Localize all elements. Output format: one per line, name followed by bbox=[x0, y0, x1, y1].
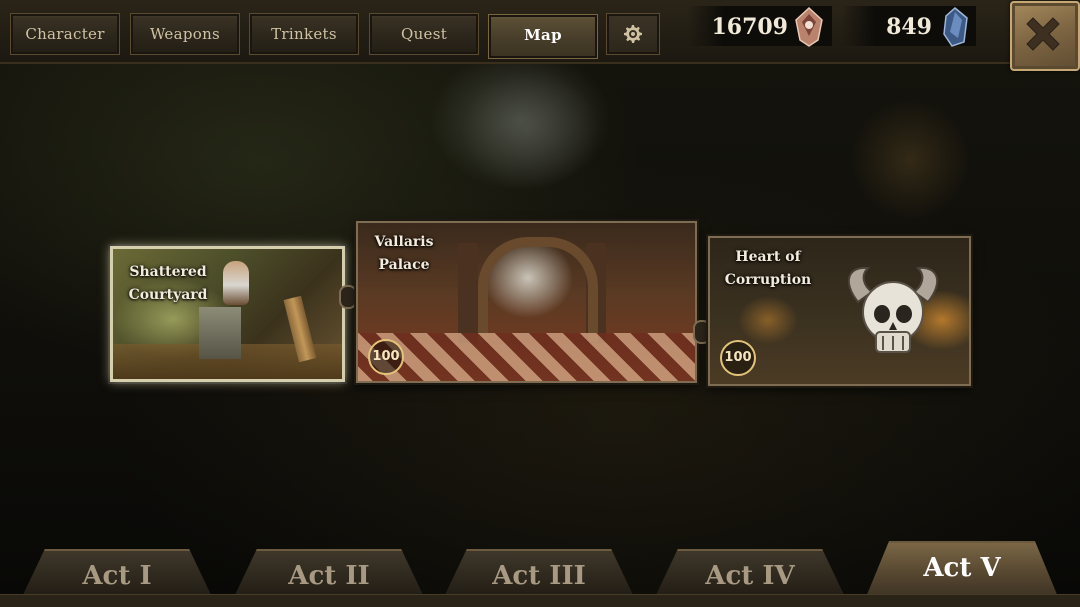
tab-act-2[interactable]: Act II bbox=[234, 549, 424, 597]
level-card-shattered-courtyard[interactable]: Shattered Courtyard bbox=[110, 246, 345, 382]
level-title: Heart of Corruption bbox=[720, 246, 816, 292]
level-title-line: Vallaris bbox=[374, 234, 434, 250]
level-title-line: Corruption bbox=[724, 272, 812, 288]
level-badge: 100 bbox=[368, 339, 404, 375]
card-connector bbox=[339, 285, 357, 309]
bottom-bar bbox=[0, 594, 1080, 607]
level-card-heart-of-corruption[interactable]: Heart of Corruption 100 bbox=[708, 236, 971, 386]
level-title-line: Heart of bbox=[735, 249, 801, 265]
level-title-line: Palace bbox=[378, 257, 430, 273]
card-art bbox=[358, 333, 695, 381]
gold-gem-icon bbox=[795, 6, 823, 47]
close-button[interactable] bbox=[1010, 1, 1080, 71]
card-art bbox=[458, 243, 478, 343]
top-navigation-bar: Character Weapons Trinkets Quest Map 167… bbox=[0, 0, 1080, 71]
tab-act-1[interactable]: Act I bbox=[22, 549, 212, 597]
tab-weapons[interactable]: Weapons bbox=[130, 13, 240, 55]
blue-crystal-icon bbox=[943, 7, 968, 47]
level-card-vallaris-palace[interactable]: Vallaris Palace 100 bbox=[356, 221, 697, 383]
level-badge: 100 bbox=[720, 340, 756, 376]
tab-act-3[interactable]: Act III bbox=[444, 549, 634, 597]
gold-counter: 16709 bbox=[688, 6, 832, 47]
horned-skull-icon bbox=[847, 266, 939, 353]
level-title: Shattered Courtyard bbox=[123, 261, 213, 307]
tab-quest[interactable]: Quest bbox=[369, 13, 479, 55]
level-title: Vallaris Palace bbox=[362, 231, 446, 277]
tab-act-4[interactable]: Act IV bbox=[655, 549, 845, 597]
settings-button[interactable] bbox=[606, 13, 660, 55]
background-light bbox=[460, 70, 600, 190]
card-art bbox=[199, 307, 241, 359]
level-title-line: Courtyard bbox=[128, 287, 208, 303]
gem-counter: 849 bbox=[842, 6, 976, 47]
tab-map[interactable]: Map bbox=[488, 14, 598, 59]
gear-icon bbox=[624, 25, 642, 43]
close-x-icon bbox=[1026, 17, 1060, 51]
card-art bbox=[478, 237, 598, 342]
level-title-line: Shattered bbox=[129, 264, 207, 280]
hero-figure bbox=[223, 261, 249, 305]
gold-amount: 16709 bbox=[711, 14, 788, 40]
gem-amount: 849 bbox=[886, 14, 932, 40]
tab-character[interactable]: Character bbox=[10, 13, 120, 55]
tab-trinkets[interactable]: Trinkets bbox=[249, 13, 359, 55]
tab-act-5[interactable]: Act V bbox=[866, 541, 1058, 597]
